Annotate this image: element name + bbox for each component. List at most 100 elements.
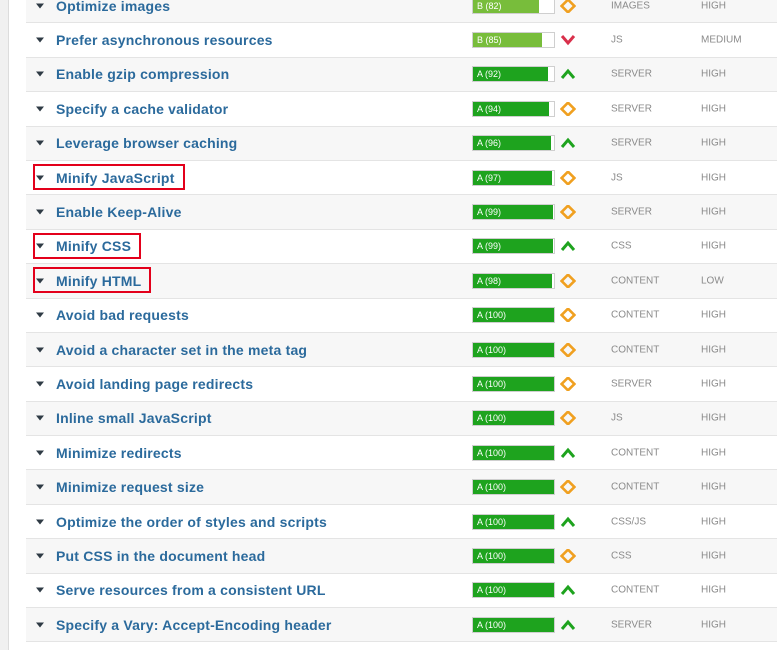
table-row[interactable]: Minify HTML A (98) CONTENT LOW bbox=[26, 264, 777, 299]
priority-label: HIGH bbox=[701, 68, 726, 80]
expand-toggle-icon[interactable] bbox=[36, 209, 44, 215]
recommendation-name[interactable]: Avoid landing page redirects bbox=[56, 376, 253, 392]
recommendation-name[interactable]: Enable Keep-Alive bbox=[56, 204, 182, 220]
expand-toggle-icon[interactable] bbox=[36, 37, 44, 43]
expand-toggle-icon[interactable] bbox=[36, 484, 44, 490]
expand-toggle-icon[interactable] bbox=[36, 106, 44, 112]
grade-label: A (100) bbox=[473, 480, 554, 495]
expand-toggle-icon[interactable] bbox=[36, 140, 44, 146]
type-label: CONTENT bbox=[611, 481, 660, 493]
grade-bar: A (99) bbox=[472, 238, 555, 255]
grade-bar: A (99) bbox=[472, 204, 555, 221]
grade-bar: A (100) bbox=[472, 410, 555, 427]
type-label: IMAGES bbox=[611, 0, 650, 12]
table-row[interactable]: Avoid landing page redirects A (100) SERVE… bbox=[26, 367, 777, 402]
type-label: CONTENT bbox=[611, 584, 660, 596]
type-label: CSS bbox=[611, 550, 632, 562]
expand-toggle-icon[interactable] bbox=[36, 587, 44, 593]
table-row[interactable]: Serve resources from a consistent URL A (… bbox=[26, 573, 777, 609]
table-row[interactable]: Enable Keep-Alive A (99) SERVER HIGH bbox=[26, 195, 777, 230]
table-row[interactable]: Minimize redirects A (100) CONTENT HIGH bbox=[26, 436, 777, 471]
priority-label: HIGH bbox=[701, 309, 726, 321]
expand-toggle-icon[interactable] bbox=[36, 450, 44, 456]
table-row[interactable]: Put CSS in the document head A (100) CSS HI… bbox=[26, 539, 777, 574]
table-row[interactable]: Optimize the order of styles and scripts… bbox=[26, 504, 777, 540]
expand-toggle-icon[interactable] bbox=[36, 519, 44, 525]
grade-label: A (94) bbox=[473, 101, 550, 116]
grade-bar: A (100) bbox=[472, 547, 555, 564]
table-row[interactable]: Minify CSS A (99) CSS HIGH bbox=[26, 229, 777, 265]
expand-toggle-icon[interactable] bbox=[36, 381, 44, 387]
recommendation-name[interactable]: Specify a cache validator bbox=[56, 101, 228, 117]
table-row[interactable]: Optimize images B (82) IMAGES HIGH bbox=[26, 0, 777, 24]
recommendation-name[interactable]: Minimize redirects bbox=[56, 445, 182, 461]
expand-toggle-icon[interactable] bbox=[36, 3, 44, 9]
grade-label: A (100) bbox=[473, 308, 554, 323]
recommendation-name[interactable]: Enable gzip compression bbox=[56, 66, 229, 82]
recommendation-name[interactable]: Minify CSS bbox=[56, 238, 131, 254]
trend-down-icon bbox=[560, 35, 576, 46]
grade-bar: B (85) bbox=[472, 32, 555, 49]
expand-toggle-icon[interactable] bbox=[36, 71, 44, 77]
recommendation-name[interactable]: Minify JavaScript bbox=[56, 170, 175, 186]
expand-toggle-icon[interactable] bbox=[36, 312, 44, 318]
expand-toggle-icon[interactable] bbox=[36, 415, 44, 421]
priority-label: MEDIUM bbox=[701, 34, 742, 46]
grade-bar: A (100) bbox=[472, 616, 555, 633]
trend-neutral-icon bbox=[560, 342, 576, 357]
priority-label: HIGH bbox=[701, 206, 726, 218]
table-row[interactable]: Leverage browser caching A (96) SERVER HIGH bbox=[26, 126, 777, 161]
recommendation-name[interactable]: Minimize request size bbox=[56, 479, 204, 495]
grade-label: B (82) bbox=[473, 0, 540, 13]
recommendation-name[interactable]: Specify a Vary: Accept-Encoding header bbox=[56, 617, 332, 633]
type-label: SERVER bbox=[611, 206, 652, 218]
table-row[interactable]: Inline small JavaScript A (100) JS HIGH bbox=[26, 401, 777, 437]
trend-neutral-icon bbox=[560, 548, 576, 563]
type-label: CSS/JS bbox=[611, 516, 647, 528]
grade-bar: A (100) bbox=[472, 479, 555, 496]
recommendation-name[interactable]: Leverage browser caching bbox=[56, 135, 237, 151]
table-row[interactable]: Specify a cache validator A (94) SERVER HIG… bbox=[26, 92, 777, 127]
priority-label: HIGH bbox=[701, 584, 726, 596]
type-label: SERVER bbox=[611, 378, 652, 390]
priority-label: HIGH bbox=[701, 172, 726, 184]
recommendation-name[interactable]: Optimize images bbox=[56, 0, 170, 14]
table-row[interactable]: Minify JavaScript A (97) JS HIGH bbox=[26, 160, 777, 196]
expand-toggle-icon[interactable] bbox=[36, 175, 44, 181]
trend-up-icon bbox=[560, 585, 576, 596]
recommendation-name[interactable]: Optimize the order of styles and scripts bbox=[56, 514, 327, 530]
type-label: CONTENT bbox=[611, 309, 660, 321]
recommendation-name[interactable]: Put CSS in the document head bbox=[56, 548, 265, 564]
expand-toggle-icon[interactable] bbox=[36, 347, 44, 353]
grade-label: A (98) bbox=[473, 273, 553, 288]
grade-label: A (100) bbox=[473, 342, 554, 357]
grade-label: A (100) bbox=[473, 376, 554, 391]
left-panel-edge bbox=[0, 0, 9, 650]
trend-neutral-icon bbox=[560, 101, 576, 116]
expand-toggle-icon[interactable] bbox=[36, 622, 44, 628]
recommendation-name[interactable]: Avoid a character set in the meta tag bbox=[56, 342, 307, 358]
trend-neutral-icon bbox=[560, 170, 576, 185]
recommendation-name[interactable]: Avoid bad requests bbox=[56, 307, 189, 323]
grade-label: A (92) bbox=[473, 67, 548, 82]
recommendation-name[interactable]: Minify HTML bbox=[56, 273, 141, 289]
recommendation-name[interactable]: Inline small JavaScript bbox=[56, 410, 212, 426]
table-row[interactable]: Minimize request size A (100) CONTENT HIGH bbox=[26, 470, 777, 505]
table-row[interactable]: Avoid bad requests A (100) CONTENT HIGH bbox=[26, 298, 777, 333]
table-row[interactable]: Avoid a character set in the meta tag A (… bbox=[26, 332, 777, 368]
priority-label: HIGH bbox=[701, 550, 726, 562]
priority-label: HIGH bbox=[701, 240, 726, 252]
grade-bar: A (94) bbox=[472, 100, 555, 117]
table-row[interactable]: Specify a Vary: Accept-Encoding header A … bbox=[26, 608, 777, 643]
recommendation-name[interactable]: Serve resources from a consistent URL bbox=[56, 582, 326, 598]
table-row[interactable]: Enable gzip compression A (92) SERVER HIGH bbox=[26, 57, 777, 93]
recommendation-name[interactable]: Prefer asynchronous resources bbox=[56, 32, 273, 48]
priority-label: HIGH bbox=[701, 619, 726, 631]
grade-label: A (100) bbox=[473, 583, 554, 598]
expand-toggle-icon[interactable] bbox=[36, 553, 44, 559]
priority-label: HIGH bbox=[701, 344, 726, 356]
expand-toggle-icon[interactable] bbox=[36, 278, 44, 284]
table-row[interactable]: Prefer asynchronous resources B (85) JS MED… bbox=[26, 23, 777, 58]
grade-label: A (100) bbox=[473, 548, 554, 563]
expand-toggle-icon[interactable] bbox=[36, 243, 44, 249]
